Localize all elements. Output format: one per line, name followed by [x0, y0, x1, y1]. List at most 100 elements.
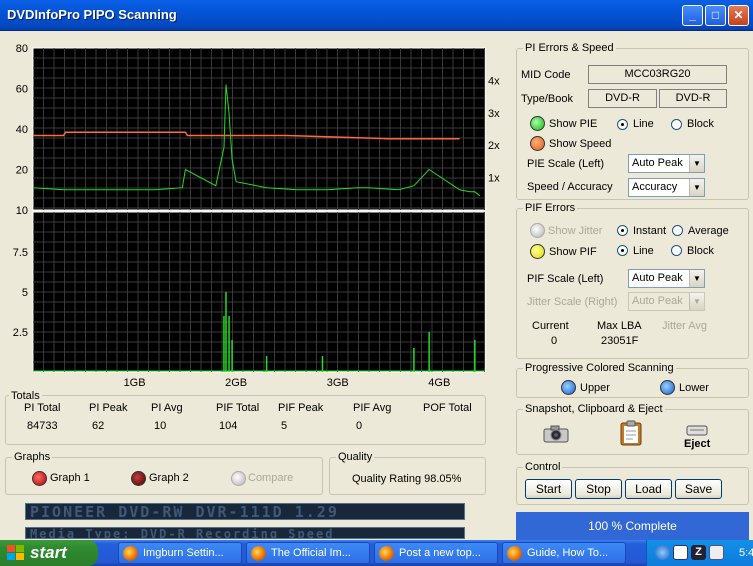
totals-value: 62 — [92, 420, 105, 432]
show-pie-icon[interactable] — [530, 116, 545, 131]
mid-code-value: MCC03RG20 — [588, 65, 727, 84]
y-tick-label: 20 — [16, 165, 28, 177]
pi-errors-legend: PI Errors & Speed — [523, 42, 616, 54]
pie-scale-select[interactable]: Auto Peak ▼ — [628, 154, 705, 173]
taskbar-item[interactable]: The Official Im... — [246, 542, 370, 564]
eject-label[interactable]: Eject — [684, 438, 710, 450]
pif-line-radio[interactable] — [617, 245, 628, 256]
snapshot-legend: Snapshot, Clipboard & Eject — [523, 403, 665, 415]
current-value: 0 — [551, 335, 558, 347]
totals-value: 104 — [219, 420, 238, 432]
network-icon[interactable] — [655, 545, 670, 560]
show-pie-label[interactable]: Show PIE — [549, 118, 597, 130]
y-right-tick-label: 4x — [488, 75, 500, 87]
taskbar-item[interactable]: Post a new top... — [374, 542, 498, 564]
control-legend: Control — [523, 461, 563, 473]
taskbar-item[interactable]: Guide, How To... — [502, 542, 626, 564]
lower-label[interactable]: Lower — [679, 382, 709, 394]
graph2-icon[interactable] — [131, 471, 146, 486]
chevron-down-icon: ▼ — [689, 270, 704, 287]
upper-label[interactable]: Upper — [580, 382, 610, 394]
firefox-icon — [251, 546, 266, 561]
instant-radio[interactable] — [617, 225, 628, 236]
taskbar-item-label: Guide, How To... — [527, 547, 609, 559]
taskbar-item-label: Post a new top... — [399, 547, 481, 559]
load-button[interactable]: Load — [625, 479, 672, 499]
scan-chart: 80 60 40 20 10 4x 3x 2x 1x 7.5 5 2.5 1GB 2GB 3GB 4GB — [0, 38, 512, 390]
show-speed-icon[interactable] — [530, 136, 545, 151]
show-pif-icon[interactable] — [530, 244, 545, 259]
taskbar-item-label: The Official Im... — [271, 547, 351, 559]
average-radio[interactable] — [672, 225, 683, 236]
jitter-scale-label: Jitter Scale (Right) — [527, 296, 618, 308]
show-jitter-icon — [530, 223, 545, 238]
jitter-scale-value: Auto Peak — [632, 295, 683, 307]
graph1-label[interactable]: Graph 1 — [50, 472, 90, 484]
quality-legend: Quality — [336, 451, 375, 463]
y-tick-label: 2.5 — [13, 327, 28, 339]
pie-block-radio[interactable] — [671, 119, 682, 130]
security-icon[interactable] — [673, 545, 688, 560]
media-info-display: Media Type: DVD-R Recording Speed — [25, 527, 465, 539]
show-speed-label[interactable]: Show Speed — [549, 138, 611, 150]
progressive-legend: Progressive Colored Scanning — [523, 362, 676, 374]
windows-logo-icon — [7, 545, 24, 560]
start-label: start — [30, 543, 67, 562]
current-label: Current — [532, 320, 569, 332]
graph2-label[interactable]: Graph 2 — [149, 472, 189, 484]
eject-icon[interactable] — [686, 425, 708, 436]
firefox-icon — [123, 546, 138, 561]
compare-icon — [231, 471, 246, 486]
lower-icon[interactable] — [660, 380, 675, 395]
totals-value: 10 — [154, 420, 167, 432]
pif-scale-select[interactable]: Auto Peak ▼ — [628, 269, 705, 288]
firefox-icon — [379, 546, 394, 561]
y-tick-label: 10 — [16, 205, 28, 217]
speed-accuracy-select[interactable]: Accuracy ▼ — [628, 178, 705, 197]
start-button[interactable]: start — [0, 540, 98, 566]
totals-header: PIF Peak — [278, 402, 324, 414]
instant-label[interactable]: Instant — [633, 225, 666, 237]
pie-scale-label: PIE Scale (Left) — [527, 158, 605, 170]
chevron-down-icon: ▼ — [689, 179, 704, 196]
chart-canvas: 80 60 40 20 10 4x 3x 2x 1x 7.5 5 2.5 1GB 2GB 3GB 4GB — [13, 43, 500, 389]
pif-line-label[interactable]: Line — [633, 245, 654, 257]
totals-value: 0 — [356, 420, 363, 432]
system-tray: Z — [646, 540, 753, 566]
average-label[interactable]: Average — [688, 225, 729, 237]
minimize-button[interactable]: _ — [682, 5, 703, 26]
x-tick-label: 4GB — [428, 377, 450, 389]
y-tick-label: 60 — [16, 84, 28, 96]
upper-icon[interactable] — [561, 380, 576, 395]
pie-block-label[interactable]: Block — [687, 118, 714, 130]
taskbar: start Imgburn Settin... The Official Im.… — [0, 540, 753, 566]
progress-text: 100 % Complete — [588, 519, 677, 533]
graph1-icon[interactable] — [32, 471, 47, 486]
x-tick-label: 2GB — [225, 377, 247, 389]
speed-accuracy-value: Accuracy — [632, 181, 678, 193]
start-button[interactable]: Start — [525, 479, 572, 499]
chevron-down-icon: ▼ — [689, 293, 704, 310]
camera-icon[interactable] — [543, 425, 569, 443]
pie-line-radio[interactable] — [617, 119, 628, 130]
progressive-group: Progressive Colored Scanning — [516, 362, 749, 398]
y-right-tick-label: 2x — [488, 140, 500, 152]
volume-icon[interactable] — [709, 545, 724, 560]
taskbar-item[interactable]: Imgburn Settin... — [118, 542, 242, 564]
progress-bar: 100 % Complete — [516, 512, 749, 540]
totals-header: PI Avg — [151, 402, 183, 414]
show-pif-label[interactable]: Show PIF — [549, 246, 597, 258]
close-button[interactable]: ✕ — [728, 5, 749, 26]
zone-icon[interactable]: Z — [691, 545, 706, 560]
pie-line-label[interactable]: Line — [633, 118, 654, 130]
maximize-button[interactable]: □ — [705, 5, 726, 26]
show-jitter-label: Show Jitter — [548, 225, 603, 237]
pif-block-radio[interactable] — [671, 245, 682, 256]
stop-button[interactable]: Stop — [575, 479, 622, 499]
drive-info-display: PIONEER DVD-RW DVR-111D 1.29 — [25, 503, 465, 520]
title-bar[interactable]: DVDInfoPro PIPO Scanning _ □ ✕ — [0, 0, 753, 31]
pif-block-label[interactable]: Block — [687, 245, 714, 257]
mid-code-label: MID Code — [521, 69, 571, 81]
clipboard-icon[interactable] — [619, 420, 643, 446]
save-button[interactable]: Save — [675, 479, 722, 499]
